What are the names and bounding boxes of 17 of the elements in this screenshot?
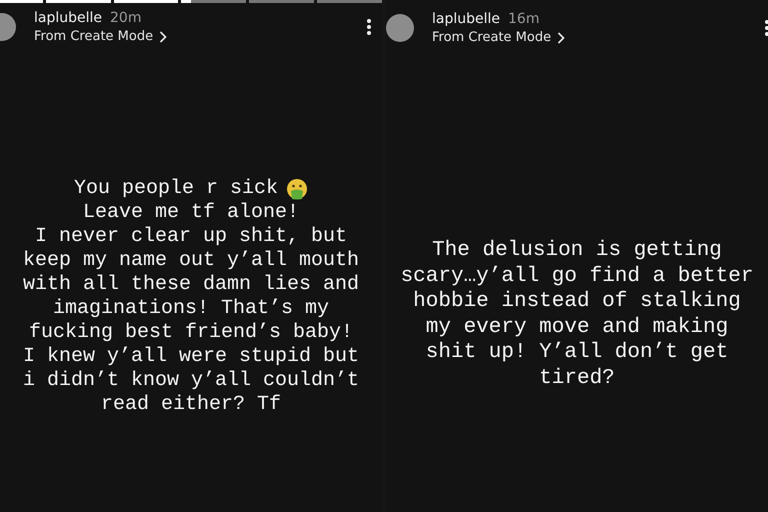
- nauseated-face-icon: [286, 178, 308, 200]
- username[interactable]: laplubelle: [34, 10, 102, 26]
- progress-segment: [114, 0, 178, 3]
- post-time: 16m: [508, 11, 540, 27]
- caption-text: The delusion is getting scary…y’all go find a better hobbie instead of stalking my every move and making shit up! Y’all don’t get tired?: [400, 238, 754, 391]
- more-icon[interactable]: [366, 18, 372, 36]
- caption-text: You people r sick: [74, 177, 278, 201]
- avatar[interactable]: [386, 14, 414, 42]
- progress-segment: [46, 0, 111, 3]
- progress-segment: [181, 0, 246, 3]
- create-mode-link[interactable]: From Create Mode: [34, 29, 154, 44]
- chevron-icon[interactable]: [557, 32, 566, 44]
- chevron-icon[interactable]: [159, 30, 168, 42]
- username[interactable]: laplubelle: [432, 11, 500, 27]
- post-time: 20m: [110, 10, 142, 26]
- caption-text: Leave me tf alone! I never clear up shit, but keep my name out y’all mouth with all these damn lies and imaginations! That’s my fucking best friend’s baby! I knew y’all were stupid but i didn’t know y’all couldn’t read either? Tf: [22, 201, 360, 417]
- create-mode-link[interactable]: From Create Mode: [432, 30, 552, 45]
